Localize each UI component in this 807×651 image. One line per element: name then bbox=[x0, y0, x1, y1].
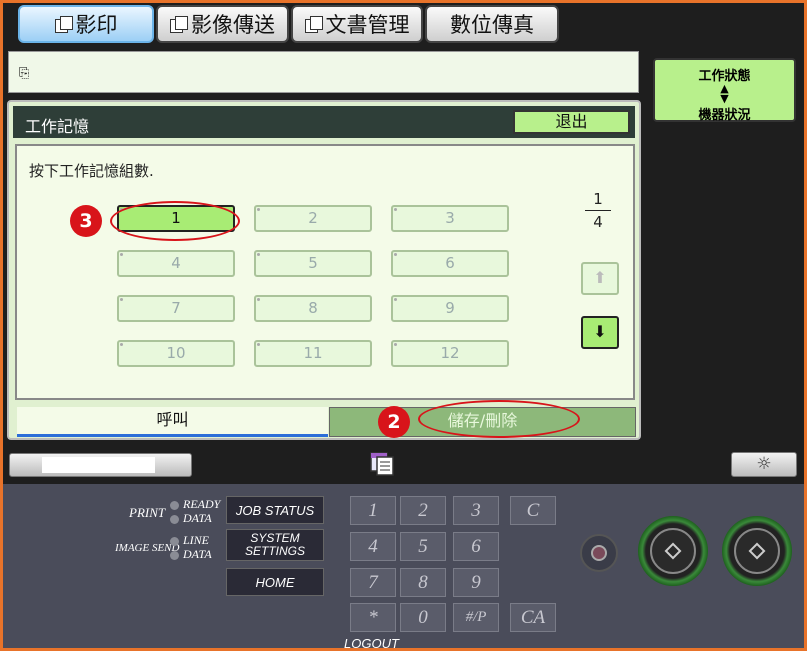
key-program[interactable]: #/P bbox=[453, 603, 499, 632]
start-bw-inner bbox=[650, 528, 696, 574]
copier-screen: 影印 影像傳送 文書管理 數位傳真 ⎘ 工作狀態 ▲ ▼ 機器狀況 工作記憶 退出… bbox=[3, 3, 804, 648]
document-icon bbox=[370, 452, 394, 476]
start-bw-diamond bbox=[664, 542, 682, 560]
program-button-10[interactable]: 10 bbox=[117, 340, 235, 367]
key-2[interactable]: 2 bbox=[400, 496, 446, 525]
home-key[interactable]: HOME bbox=[226, 568, 324, 596]
send-data-indicator bbox=[170, 551, 179, 560]
job-status-machine-status-button[interactable]: 工作狀態 ▲ ▼ 機器狀況 bbox=[653, 58, 796, 123]
toggle-arrows-icon: ▲ ▼ bbox=[720, 82, 729, 105]
key-5[interactable]: 5 bbox=[400, 532, 446, 561]
highlight-ring-button-1 bbox=[110, 201, 240, 241]
step-marker-2: 2 bbox=[378, 406, 410, 438]
key-9[interactable]: 9 bbox=[453, 568, 499, 597]
tab-document-filing[interactable]: 文書管理 bbox=[291, 5, 423, 43]
start-color-diamond bbox=[748, 542, 766, 560]
page-current: 1 bbox=[593, 190, 603, 208]
side-button-line2: 機器狀況 bbox=[698, 108, 751, 123]
status-strip bbox=[9, 453, 192, 477]
print-data-label: DATA bbox=[183, 511, 212, 525]
line-label: LINE bbox=[183, 533, 210, 547]
copy-icon bbox=[54, 16, 73, 33]
program-button-4[interactable]: 4 bbox=[117, 250, 235, 277]
tab-image-send[interactable]: 影像傳送 bbox=[156, 5, 289, 43]
program-button-7[interactable]: 7 bbox=[117, 295, 235, 322]
key-6[interactable]: 6 bbox=[453, 532, 499, 561]
program-button-11[interactable]: 11 bbox=[254, 340, 372, 367]
tab-fax[interactable]: 數位傳真 bbox=[425, 5, 559, 43]
start-color-icon[interactable] bbox=[722, 516, 792, 586]
system-settings-line2: SETTINGS bbox=[244, 544, 305, 558]
scroll-down-button[interactable]: ⬇ bbox=[581, 316, 619, 349]
ready-indicator bbox=[170, 501, 179, 510]
message-bar: ⎘ bbox=[8, 51, 639, 93]
page-total: 4 bbox=[593, 213, 603, 231]
tab-label: 影像傳送 bbox=[191, 13, 275, 37]
tab-label: 影印 bbox=[75, 13, 118, 37]
panel-title: 工作記憶 bbox=[25, 117, 90, 136]
step-marker-3: 3 bbox=[70, 205, 102, 237]
brightness-icon: ☼ bbox=[756, 454, 772, 474]
job-status-key[interactable]: JOB STATUS bbox=[226, 496, 324, 524]
arrow-up-icon: ⬆ bbox=[593, 268, 607, 287]
copy-small-icon: ⎘ bbox=[19, 66, 30, 81]
key-clear[interactable]: C bbox=[510, 496, 556, 525]
line-indicator bbox=[170, 537, 179, 546]
key-1[interactable]: 1 bbox=[350, 496, 396, 525]
scroll-up-button[interactable]: ⬆ bbox=[581, 262, 619, 295]
arrow-down-icon: ⬇ bbox=[593, 322, 607, 341]
key-asterisk[interactable]: * bbox=[350, 603, 396, 632]
job-program-panel: 工作記憶 退出 按下工作記憶組數. 1 2 3 4 5 6 7 8 9 10 1… bbox=[7, 100, 641, 440]
tab-label: 文書管理 bbox=[325, 13, 410, 37]
program-button-5[interactable]: 5 bbox=[254, 250, 372, 277]
page-indicator: 1 4 bbox=[585, 190, 611, 231]
key-3[interactable]: 3 bbox=[453, 496, 499, 525]
start-bw-icon[interactable] bbox=[638, 516, 708, 586]
brightness-button[interactable]: ☼ bbox=[731, 452, 797, 477]
ready-label: READY bbox=[183, 497, 221, 511]
highlight-ring-store-tab bbox=[418, 400, 580, 438]
key-7[interactable]: 7 bbox=[350, 568, 396, 597]
program-button-8[interactable]: 8 bbox=[254, 295, 372, 322]
key-clear-all[interactable]: CA bbox=[510, 603, 556, 632]
print-label: PRINT bbox=[129, 505, 166, 520]
system-settings-key[interactable]: SYSTEM SETTINGS bbox=[226, 529, 324, 561]
program-grid-area: 按下工作記憶組數. 1 2 3 4 5 6 7 8 9 10 11 12 1 4… bbox=[15, 144, 635, 400]
image-send-icon bbox=[170, 16, 188, 33]
key-4[interactable]: 4 bbox=[350, 532, 396, 561]
instruction-text: 按下工作記憶組數. bbox=[29, 162, 154, 180]
program-button-12[interactable]: 12 bbox=[391, 340, 509, 367]
document-filing-icon bbox=[304, 16, 323, 33]
tab-copy[interactable]: 影印 bbox=[18, 5, 154, 43]
fraction-bar bbox=[585, 210, 611, 211]
program-button-3[interactable]: 3 bbox=[391, 205, 509, 232]
operation-console: PRINT READY DATA IMAGE SEND LINE DATA JO… bbox=[3, 484, 804, 648]
logout-label: LOGOUT bbox=[344, 636, 399, 651]
exit-button[interactable]: 退出 bbox=[513, 110, 630, 134]
print-data-indicator bbox=[170, 515, 179, 524]
tab-label: 數位傳真 bbox=[450, 13, 534, 37]
status-strip-field bbox=[42, 457, 155, 473]
panel-header: 工作記憶 退出 bbox=[13, 106, 635, 138]
key-8[interactable]: 8 bbox=[400, 568, 446, 597]
key-0[interactable]: 0 bbox=[400, 603, 446, 632]
program-button-6[interactable]: 6 bbox=[391, 250, 509, 277]
program-button-9[interactable]: 9 bbox=[391, 295, 509, 322]
start-color-inner bbox=[734, 528, 780, 574]
stop-icon[interactable] bbox=[580, 534, 618, 572]
send-data-label: DATA bbox=[183, 547, 212, 561]
tab-recall[interactable]: 呼叫 bbox=[17, 407, 328, 437]
program-button-2[interactable]: 2 bbox=[254, 205, 372, 232]
